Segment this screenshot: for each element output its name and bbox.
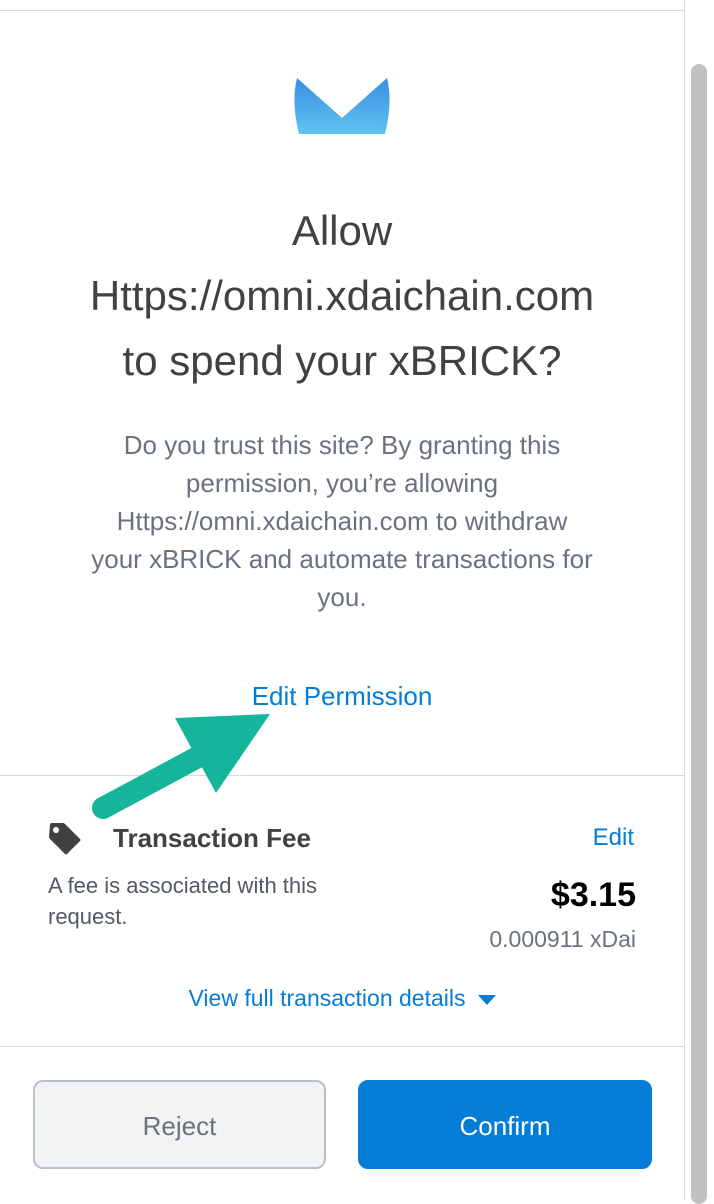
top-divider xyxy=(0,10,684,11)
description-line-5: you. xyxy=(317,582,367,612)
fee-description: A fee is associated with this request. xyxy=(48,870,388,932)
fee-fiat-amount: $3.15 xyxy=(550,876,636,914)
tag-icon xyxy=(49,823,81,855)
annotation-arrow-icon xyxy=(92,714,270,819)
page-title: Allow Https://omni.xdaichain.com to spen… xyxy=(0,198,684,393)
title-line-1: Allow xyxy=(291,207,393,254)
title-line-3: to spend your xBRICK? xyxy=(122,337,562,384)
view-details-label: View full transaction details xyxy=(188,985,466,1011)
scrollbar-thumb[interactable] xyxy=(691,64,707,1204)
description-line-3: Https://omni.xdaichain.com to withdraw xyxy=(116,506,568,536)
permission-description: Do you trust this site? By granting this… xyxy=(50,426,634,616)
xdai-logo-icon xyxy=(294,78,390,134)
description-line-4: your xBRICK and automate transactions fo… xyxy=(91,544,593,574)
description-line-1: Do you trust this site? By granting this xyxy=(123,430,561,460)
fee-native-amount: 0.000911 xDai xyxy=(489,926,636,952)
description-line-2: permission, you’re allowing xyxy=(185,468,499,498)
transaction-fee-title: Transaction Fee xyxy=(113,823,311,853)
reject-button[interactable]: Reject xyxy=(33,1080,326,1169)
approval-window: Allow Https://omni.xdaichain.com to spen… xyxy=(0,0,685,1200)
view-transaction-details-link[interactable]: View full transaction details xyxy=(0,980,684,1016)
caret-down-icon xyxy=(477,994,496,1005)
title-site-url: Https://omni.xdaichain.com xyxy=(89,272,595,319)
fee-description-line-2: request. xyxy=(48,904,128,929)
footer-divider xyxy=(0,1046,684,1047)
edit-fee-link[interactable]: Edit xyxy=(593,820,634,856)
fee-description-line-1: A fee is associated with this xyxy=(48,873,318,898)
confirm-button[interactable]: Confirm xyxy=(358,1080,652,1169)
